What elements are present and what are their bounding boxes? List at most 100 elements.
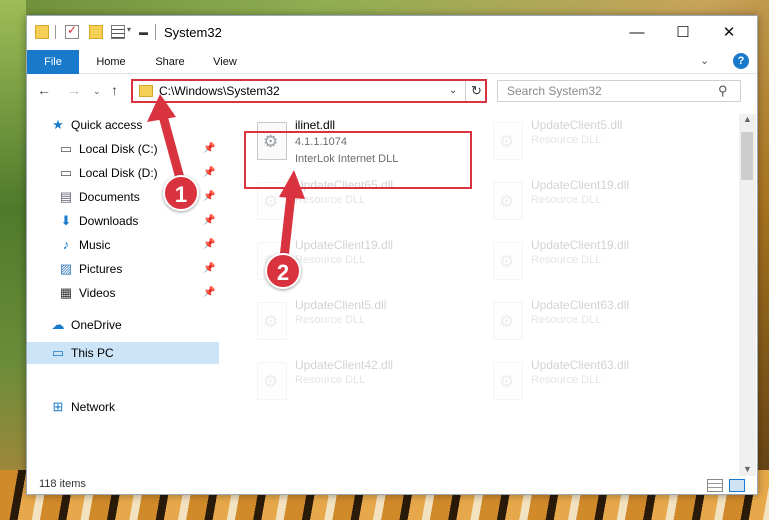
scroll-down-icon[interactable]: ▼ [743,464,752,474]
item-count: 118 items [39,478,86,490]
properties-icon[interactable] [65,23,79,39]
help-icon[interactable]: ? [733,53,749,69]
view-icon[interactable] [111,25,125,39]
minimize-button[interactable]: — [614,16,660,49]
recent-locations-icon[interactable]: ⌄ [93,86,101,97]
dll-file-icon [493,362,523,400]
file-description: Resource DLL [531,314,602,326]
file-description: Resource DLL [531,134,602,146]
customize-toolbar-icon[interactable]: ▬ [139,27,148,37]
file-name: UpdateClient19.dll [295,238,394,252]
scroll-up-icon[interactable]: ▲ [743,114,752,124]
sidebar-item-label: Videos [79,286,116,300]
file-tile[interactable]: UpdateClient5.dll Resource DLL [247,296,477,352]
new-folder-icon[interactable] [89,25,103,39]
pin-icon[interactable]: 📌 [203,234,215,256]
pictures-icon: ▨ [59,261,73,276]
details-view-icon[interactable] [707,479,723,492]
search-box[interactable]: Search System32 ⚲ [497,80,741,102]
pin-icon[interactable]: 📌 [203,282,215,304]
download-icon: ⬇ [60,213,72,228]
desktop-background-left [0,0,26,520]
refresh-button[interactable]: ↻ [465,81,487,101]
file-tile[interactable]: UpdateClient19.dll Resource DLL [483,236,713,292]
file-name: UpdateClient63.dll [531,298,630,312]
star-icon: ★ [52,117,64,132]
pin-icon[interactable]: 📌 [203,186,215,208]
file-name: UpdateClient63.dll [531,358,630,372]
drive-icon: ▭ [59,165,73,180]
file-name: UpdateClient19.dll [531,178,630,192]
file-name: UpdateClient5.dll [295,298,387,312]
divider [155,24,156,40]
sidebar-item-pictures[interactable]: ▨ Pictures 📌 [27,258,219,280]
chevron-down-icon[interactable]: ▾ [127,25,131,34]
sidebar-item-network[interactable]: ⊞ Network [27,396,219,418]
tiles-view-icon[interactable] [729,479,745,492]
dll-file-icon [493,122,523,160]
sidebar-item-label: Downloads [79,214,139,228]
chevron-down-icon[interactable]: ⌄ [449,85,457,96]
dll-file-icon [493,302,523,340]
up-button[interactable]: ↑ [111,82,118,98]
sidebar-item-quick-access[interactable]: ★ Quick access [27,114,219,136]
pin-icon[interactable]: 📌 [203,138,215,160]
sidebar-item-onedrive[interactable]: ☁ OneDrive [27,314,219,336]
sidebar-item-label: OneDrive [71,318,122,332]
file-description: Resource DLL [531,194,602,206]
callout-badge-2: 2 [265,253,301,289]
close-button[interactable]: ✕ [706,16,752,49]
tab-home[interactable]: Home [85,50,137,74]
navigation-pane: ★ Quick access ▭ Local Disk (C:) 📌 ▭ Loc… [27,114,219,474]
expand-ribbon-icon[interactable]: ⌄ [700,54,709,67]
forward-button[interactable]: → [67,82,81,98]
sidebar-item-downloads[interactable]: ⬇ Downloads 📌 [27,210,219,232]
maximize-button[interactable]: ☐ [660,16,706,49]
file-description: Resource DLL [531,374,602,386]
pin-icon[interactable]: 📌 [203,162,215,184]
file-tile[interactable]: UpdateClient5.dll Resource DLL [483,116,713,172]
tab-share[interactable]: Share [145,50,195,74]
sidebar-item-this-pc[interactable]: ▭ This PC [27,342,219,364]
sidebar-item-local-disk-c[interactable]: ▭ Local Disk (C:) 📌 [27,138,219,160]
file-tile[interactable]: UpdateClient63.dll Resource DLL [483,356,713,412]
drive-icon: ▭ [59,141,73,156]
videos-icon: ▦ [59,285,73,300]
sidebar-item-label: Network [71,400,116,414]
file-description: Resource DLL [295,314,366,326]
pin-icon[interactable]: 📌 [203,258,215,280]
file-tile[interactable]: UpdateClient42.dll Resource DLL [247,356,477,412]
dll-file-icon [257,362,287,400]
file-name: ilinet.dll [295,118,336,132]
divider [55,25,56,39]
file-name: UpdateClient19.dll [531,238,630,252]
pin-icon[interactable]: 📌 [203,210,215,232]
sidebar-item-label: Local Disk (C:) [79,142,158,156]
ribbon-tabs: File Home Share View ⌄ ? [27,50,757,74]
sidebar-item-music[interactable]: ♪ Music 📌 [27,234,219,256]
file-description: Resource DLL [295,254,366,266]
folder-icon [35,25,49,39]
tab-view[interactable]: View [203,50,247,74]
search-input[interactable]: Search System32 [507,84,602,98]
file-description: Resource DLL [295,374,366,386]
tab-file[interactable]: File [27,50,79,74]
address-bar[interactable]: C:\Windows\System32 ⌄ ↻ [131,79,487,103]
file-tile[interactable]: UpdateClient19.dll Resource DLL [483,176,713,232]
folder-icon [139,85,153,97]
vertical-scrollbar[interactable]: ▲ ▼ [739,114,756,478]
scroll-thumb[interactable] [741,132,753,180]
sidebar-item-videos[interactable]: ▦ Videos 📌 [27,282,219,304]
navigation-bar: ← → ⌄ ↑ C:\Windows\System32 ⌄ ↻ Search S… [27,74,757,108]
file-tile[interactable]: UpdateClient63.dll Resource DLL [483,296,713,352]
explorer-window: ▾ ▬ System32 — ☐ ✕ File Home Share View … [26,15,758,495]
title-bar: ▾ ▬ System32 — ☐ ✕ [27,16,757,49]
file-name: UpdateClient5.dll [531,118,623,132]
back-button[interactable]: ← [37,82,51,98]
address-path[interactable]: C:\Windows\System32 [159,84,280,98]
window-title: System32 [164,25,222,40]
documents-icon: ▤ [59,189,73,204]
sidebar-item-label: This PC [71,346,114,360]
sidebar-item-label: Local Disk (D:) [79,166,158,180]
dll-file-icon [493,242,523,280]
